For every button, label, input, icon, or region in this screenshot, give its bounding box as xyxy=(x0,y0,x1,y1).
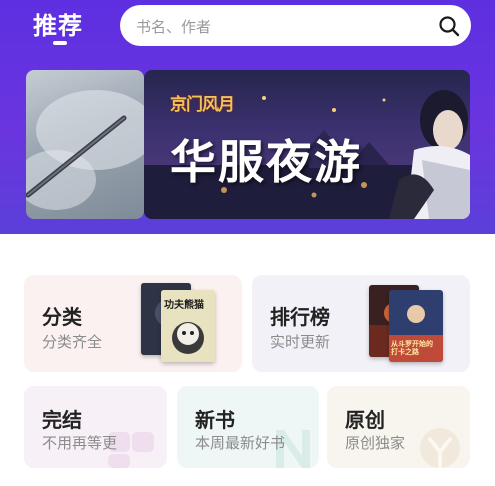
book-cover-front: 从斗罗开始的 打卡之路 xyxy=(389,290,443,362)
ranking-card[interactable]: 排行榜 实时更新 从斗罗开始的 打卡之路 xyxy=(252,275,470,372)
banner-slide-prev[interactable] xyxy=(26,70,144,219)
new-books-card[interactable]: 新书 本周最新好书 xyxy=(177,386,319,468)
card-title: 完结 xyxy=(42,408,82,432)
card-title: 新书 xyxy=(195,408,235,432)
original-card[interactable]: 原创 原创独家 xyxy=(327,386,470,468)
banner-prev-artwork xyxy=(26,90,144,210)
book-title: 功夫熊猫 xyxy=(164,300,204,311)
banner-title: 华服夜游 xyxy=(170,135,362,189)
book-title: 从斗罗开始的 打卡之路 xyxy=(391,340,433,356)
card-title: 原创 xyxy=(345,408,385,432)
search-bar[interactable]: 书名、作者 xyxy=(120,5,471,46)
banner-logo: 京门风月 xyxy=(170,95,235,115)
completed-card[interactable]: 完结 不用再等更 xyxy=(24,386,167,468)
card-subtitle: 实时更新 xyxy=(270,333,331,351)
card-title: 排行榜 xyxy=(270,305,330,329)
category-card[interactable]: 分类 分类齐全 功夫熊猫 xyxy=(24,275,242,372)
active-tab-indicator xyxy=(53,41,67,45)
page-title[interactable]: 推荐 xyxy=(33,6,83,41)
card-subtitle: 分类齐全 xyxy=(42,333,103,351)
original-deco-icon xyxy=(420,428,460,468)
card-title: 分类 xyxy=(42,305,82,329)
banner-slide-current[interactable]: 京门风月 华服夜游 xyxy=(144,70,470,219)
search-input-placeholder[interactable]: 书名、作者 xyxy=(136,16,211,37)
search-icon[interactable] xyxy=(437,14,461,38)
card-subtitle: 原创独家 xyxy=(345,434,406,452)
card-subtitle: 本周最新好书 xyxy=(195,434,286,452)
book-cover-front: 功夫熊猫 xyxy=(161,290,215,362)
card-subtitle: 不用再等更 xyxy=(42,434,118,452)
